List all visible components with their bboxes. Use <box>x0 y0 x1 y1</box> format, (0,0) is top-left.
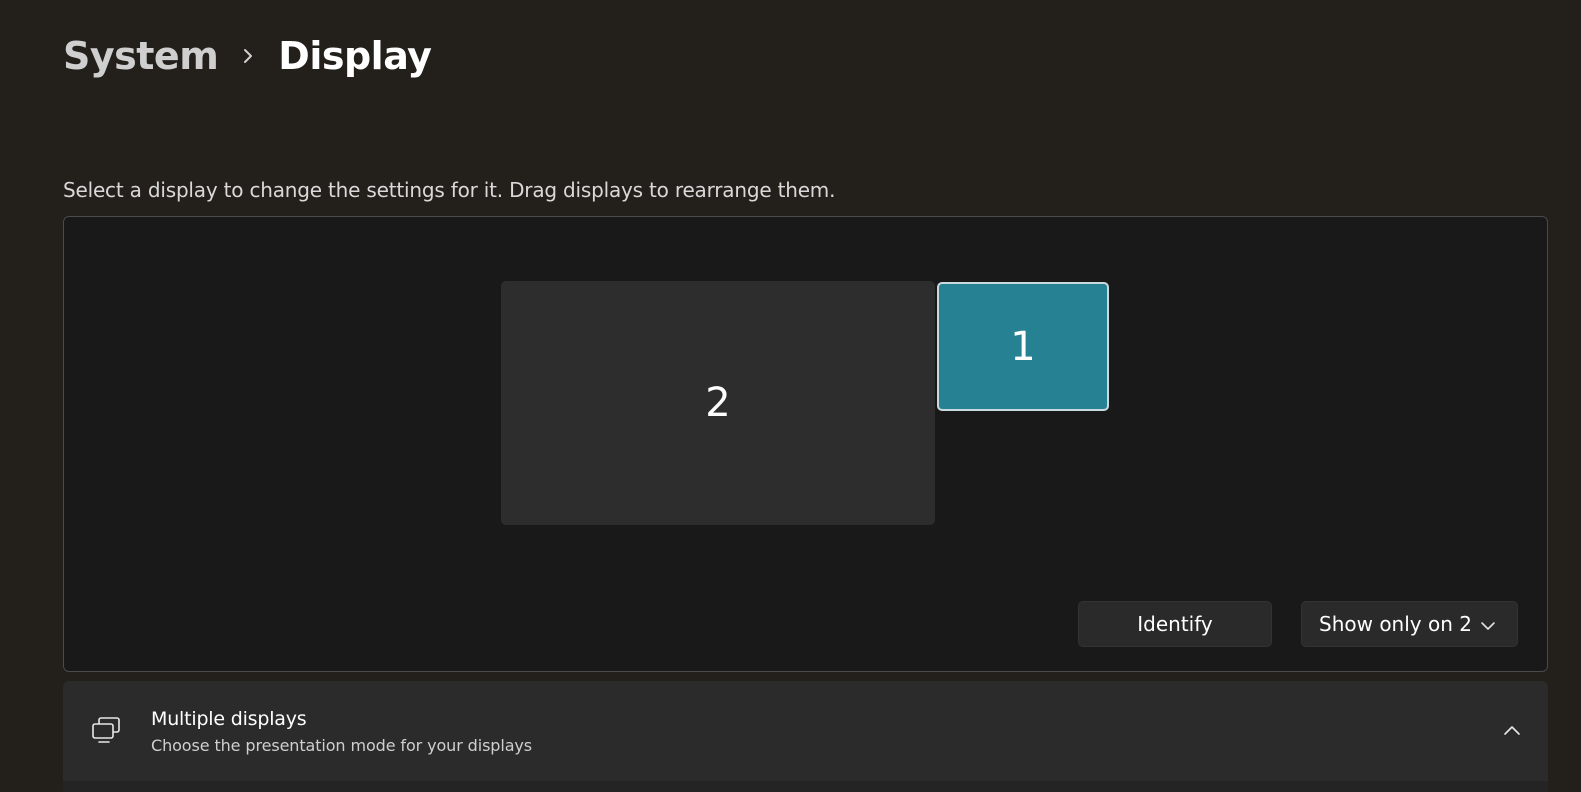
arrange-instruction: Select a display to change the settings … <box>63 178 836 202</box>
monitor-2-number: 2 <box>705 380 731 426</box>
monitor-1-number: 1 <box>1010 323 1036 370</box>
breadcrumb-system-link[interactable]: System <box>63 34 219 78</box>
breadcrumb: System Display <box>63 28 432 84</box>
multiple-displays-title: Multiple displays <box>151 708 307 730</box>
chevron-right-icon <box>218 28 278 84</box>
multiple-displays-subtitle: Choose the presentation mode for your di… <box>151 736 533 755</box>
display-settings-page: System Display Select a display to chang… <box>0 0 1581 792</box>
monitor-2-tile[interactable]: 2 <box>501 281 935 525</box>
identify-button-label: Identify <box>1137 612 1213 636</box>
display-mode-dropdown[interactable]: Show only on 2 <box>1301 601 1518 647</box>
page-title: Display <box>278 34 432 78</box>
chevron-down-icon <box>1479 616 1497 634</box>
monitor-1-tile[interactable]: 1 <box>937 282 1109 411</box>
next-section-edge <box>63 781 1548 792</box>
multiple-displays-expander[interactable]: Multiple displays Choose the presentatio… <box>63 681 1548 781</box>
multiple-displays-icon <box>90 715 124 745</box>
identify-button[interactable]: Identify <box>1078 601 1272 647</box>
display-arrangement-panel: 2 1 Identify Show only on 2 <box>63 216 1548 672</box>
chevron-up-icon[interactable] <box>1502 721 1522 741</box>
display-mode-dropdown-value: Show only on 2 <box>1319 612 1472 636</box>
